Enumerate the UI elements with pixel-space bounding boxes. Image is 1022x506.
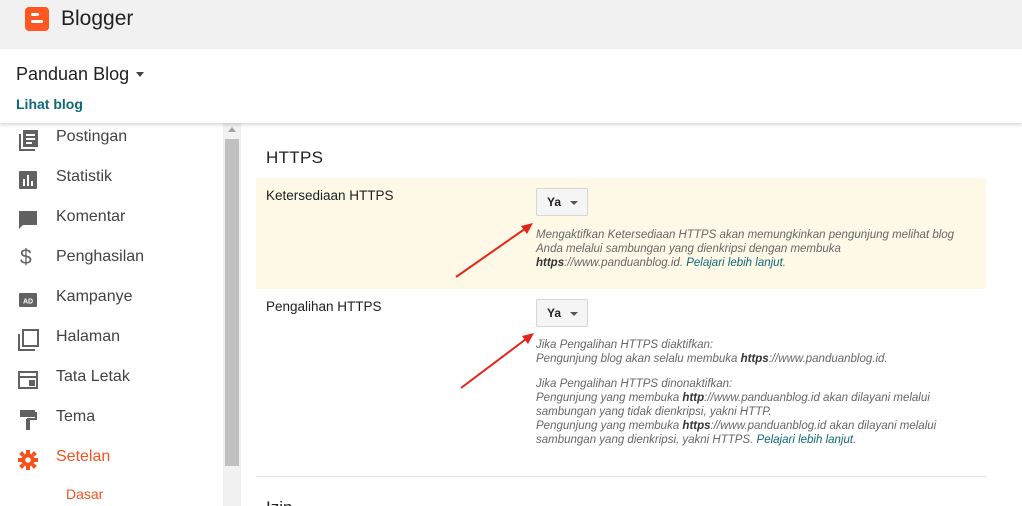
sidebar-item-pages[interactable]: Halaman bbox=[0, 320, 222, 360]
section-title-permissions: Izin bbox=[266, 498, 292, 506]
sidebar-item-campaigns[interactable]: AD Kampanye bbox=[0, 280, 222, 320]
sidebar-scrollbar[interactable] bbox=[223, 123, 241, 506]
help-end: . bbox=[853, 434, 857, 446]
stats-icon bbox=[19, 171, 37, 189]
help-url-bold: https bbox=[740, 353, 769, 365]
dollar-icon: $ bbox=[20, 246, 32, 269]
sidebar-item-posts[interactable]: Postingan bbox=[0, 123, 222, 160]
select-value: Ya bbox=[547, 195, 562, 209]
scroll-up-icon[interactable] bbox=[228, 127, 236, 132]
sidebar-item-settings[interactable]: Setelan bbox=[0, 440, 222, 480]
sidebar-item-label: Statistik bbox=[56, 168, 113, 185]
help-text: Jika Pengalihan HTTPS diaktifkan: bbox=[536, 339, 714, 351]
view-blog-link[interactable]: Lihat blog bbox=[16, 96, 83, 112]
sidebar-item-label: Tema bbox=[56, 408, 96, 425]
sidebar-item-label: Tata Letak bbox=[56, 368, 130, 385]
sidebar-item-earnings[interactable]: $ Penghasilan bbox=[0, 240, 222, 280]
sidebar-item-label: Postingan bbox=[56, 128, 128, 145]
help-text: ://www.panduanblog.id akan dilayani mela… bbox=[710, 420, 937, 432]
help-url: ://www.panduanblog.id. bbox=[768, 353, 888, 365]
section-title-https: HTTPS bbox=[266, 148, 324, 167]
help-text: Anda melalui sambungan yang dienkripsi d… bbox=[536, 243, 841, 255]
layout-icon bbox=[18, 371, 38, 389]
select-value: Ya bbox=[547, 306, 562, 320]
sidebar-subitem-basic[interactable]: Dasar bbox=[66, 486, 103, 502]
sidebar-item-label: Komentar bbox=[56, 208, 126, 225]
sidebar-item-label: Kampanye bbox=[56, 288, 133, 305]
pages-icon bbox=[18, 329, 39, 351]
paint-roller-icon bbox=[20, 410, 37, 430]
ad-icon: AD bbox=[19, 293, 37, 307]
comment-icon bbox=[19, 211, 37, 229]
https-availability-help: Mengaktifkan Ketersediaan HTTPS akan mem… bbox=[536, 228, 986, 270]
app-title[interactable]: Blogger bbox=[61, 7, 133, 31]
help-text: Mengaktifkan Ketersediaan HTTPS akan mem… bbox=[536, 229, 955, 241]
scrollbar-thumb[interactable] bbox=[225, 139, 239, 466]
help-text: Pengunjung yang membuka bbox=[536, 420, 680, 432]
blog-selector[interactable]: Panduan Blog bbox=[16, 64, 129, 85]
https-redirect-help-on: Jika Pengalihan HTTPS diaktifkan: Pengun… bbox=[536, 338, 986, 366]
learn-more-link[interactable]: Pelajari lebih lanjut bbox=[757, 434, 854, 446]
annotation-arrow-icon bbox=[460, 333, 534, 389]
sidebar-item-theme[interactable]: Tema bbox=[0, 400, 222, 440]
help-text: sambungan yang dienkripsi, yakni HTTPS. bbox=[536, 434, 754, 446]
https-redirect-label: Pengalihan HTTPS bbox=[266, 299, 382, 314]
help-text: ://www.panduanblog.id akan dilayani mela… bbox=[704, 392, 930, 404]
posts-icon bbox=[19, 130, 38, 151]
help-url: ://www.panduanblog.id. bbox=[564, 257, 684, 269]
learn-more-link[interactable]: Pelajari lebih lanjut bbox=[686, 257, 783, 269]
help-text: Pengunjung blog akan selalu membuka bbox=[536, 353, 738, 365]
annotation-arrow-icon bbox=[455, 223, 533, 278]
help-end: . bbox=[782, 257, 786, 269]
help-url-bold: http bbox=[682, 392, 705, 404]
sidebar-item-stats[interactable]: Statistik bbox=[0, 160, 222, 200]
sidebar: Postingan Statistik Komentar $ Penghasil… bbox=[0, 123, 241, 506]
blogger-logo-icon[interactable] bbox=[25, 7, 49, 31]
settings-panel: HTTPS Ketersediaan HTTPS Ya Mengaktifkan… bbox=[241, 123, 1022, 506]
svg-text:AD: AD bbox=[23, 299, 33, 306]
blog-header: Panduan Blog Lihat blog bbox=[0, 49, 1022, 123]
help-text: Pengunjung yang membuka bbox=[536, 392, 680, 404]
chevron-down-icon bbox=[570, 312, 578, 316]
gear-icon bbox=[18, 450, 38, 470]
https-redirect-select[interactable]: Ya bbox=[536, 299, 588, 327]
https-redirect-help-off: Jika Pengalihan HTTPS dinonaktifkan: Pen… bbox=[536, 377, 986, 447]
sidebar-item-comments[interactable]: Komentar bbox=[0, 200, 222, 240]
section-divider bbox=[256, 476, 986, 477]
top-bar: Blogger bbox=[0, 0, 1022, 49]
https-availability-select[interactable]: Ya bbox=[536, 188, 588, 216]
sidebar-item-layout[interactable]: Tata Letak bbox=[0, 360, 222, 400]
sidebar-item-label: Penghasilan bbox=[56, 248, 145, 265]
chevron-down-icon bbox=[570, 201, 578, 205]
sidebar-item-label: Halaman bbox=[56, 328, 121, 345]
https-availability-label: Ketersediaan HTTPS bbox=[266, 188, 394, 203]
chevron-down-icon[interactable] bbox=[136, 72, 144, 77]
help-text: sambungan yang tidak dienkripsi, yakni H… bbox=[536, 406, 772, 418]
help-text: Jika Pengalihan HTTPS dinonaktifkan: bbox=[536, 378, 733, 390]
sidebar-item-label: Setelan bbox=[56, 448, 111, 465]
help-url-bold: https bbox=[682, 420, 711, 432]
